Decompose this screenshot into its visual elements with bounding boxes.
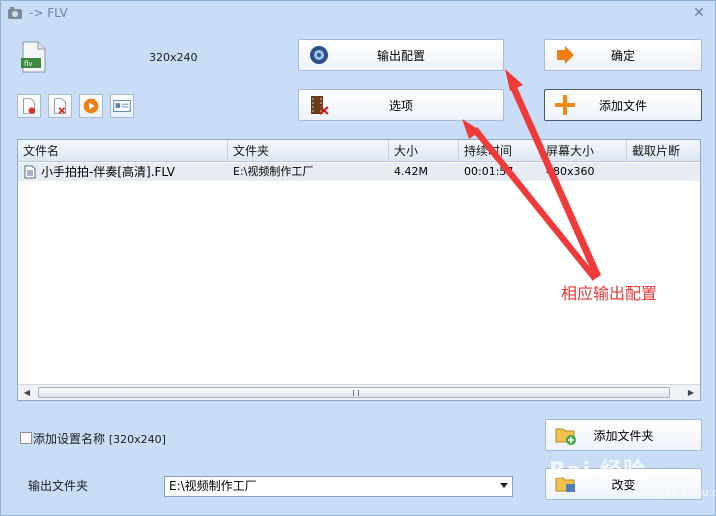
info-icon [113,100,131,112]
add-file-button[interactable]: 添加文件 [544,89,702,121]
add-setting-name-checkbox[interactable] [20,432,32,444]
converter-window: -> FLV ✕ flv 320x240 输出配置 选项 确定 添加文件 文件名… [0,0,716,516]
play-icon [83,98,99,114]
annotation-arrowhead-config [505,69,523,91]
app-icon [8,7,22,19]
folder-add-icon [555,428,576,445]
horizontal-scrollbar[interactable]: ◀ ▶ [18,384,700,400]
output-config-label: 输出配置 [376,48,425,63]
add-folder-button[interactable]: 添加文件夹 [545,419,702,451]
table-row[interactable]: 小手拍拍-伴奏[高清].FLV E:\视频制作工厂 4.42M 00:01:57… [18,163,700,181]
baidu-watermark: Bai 经验 [549,459,646,484]
cell-size: 4.42M [394,165,428,178]
remove-button[interactable] [48,94,72,118]
cell-clip [627,163,632,181]
baidu-watermark-url: jingyan.baidu.com [641,488,716,499]
annotation-text: 相应输出配置 [561,284,658,303]
options-button[interactable]: 选项 [298,89,504,121]
gear-icon [310,46,328,64]
column-header-screen-size[interactable]: 屏幕大小 [541,140,627,162]
arrow-right-icon [557,46,574,64]
ok-button[interactable]: 确定 [544,39,702,71]
options-label: 选项 [388,98,413,113]
scroll-left-arrow[interactable]: ◀ [20,386,34,400]
ok-label: 确定 [610,48,635,63]
cell-folder: E:\视频制作工厂 [233,165,314,178]
cell-filename: 小手拍拍-伴奏[高清].FLV [41,165,175,179]
chevron-down-icon [500,483,508,488]
scroll-grip [353,390,359,396]
file-resolution: 320x240 [149,51,198,64]
window-title: -> FLV [29,6,68,20]
film-tools-icon [311,96,329,115]
scroll-thumb[interactable] [38,387,670,398]
close-button[interactable]: ✕ [691,5,707,21]
video-file-icon [24,165,36,179]
delete-file-button[interactable] [17,94,41,118]
output-config-button[interactable]: 输出配置 [298,39,504,71]
annotation-arrowhead-options [462,119,481,139]
output-folder-label: 输出文件夹 [28,479,89,493]
title-bar: -> FLV ✕ [1,1,715,27]
cell-duration: 00:01:57 [464,165,514,178]
cell-screen-size: 480x360 [546,165,595,178]
column-header-duration[interactable]: 持续时间 [459,140,541,162]
remove-icon [54,98,66,114]
plus-icon [555,95,575,115]
column-header-filename[interactable]: 文件名 [18,140,228,162]
delete-file-icon [23,98,35,114]
flv-file-icon: flv [21,41,46,73]
scroll-right-arrow[interactable]: ▶ [684,386,698,400]
output-folder-select[interactable]: E:\视频制作工厂 [164,476,513,497]
add-folder-label: 添加文件夹 [593,428,654,443]
svg-text:flv: flv [24,60,33,68]
play-button[interactable] [79,94,103,118]
add-setting-name-label: 添加设置名称 [320x240] [33,432,166,446]
output-folder-value: E:\视频制作工厂 [169,479,257,493]
add-file-label: 添加文件 [598,98,647,113]
column-header-folder[interactable]: 文件夹 [228,140,389,162]
column-header-size[interactable]: 大小 [389,140,459,162]
file-list[interactable]: 文件名 文件夹 大小 持续时间 屏幕大小 截取片断 小手拍拍-伴奏[高清].FL… [17,139,701,401]
file-list-header: 文件名 文件夹 大小 持续时间 屏幕大小 截取片断 [18,140,700,162]
info-button[interactable] [110,94,134,118]
column-header-clip[interactable]: 截取片断 [627,140,700,162]
